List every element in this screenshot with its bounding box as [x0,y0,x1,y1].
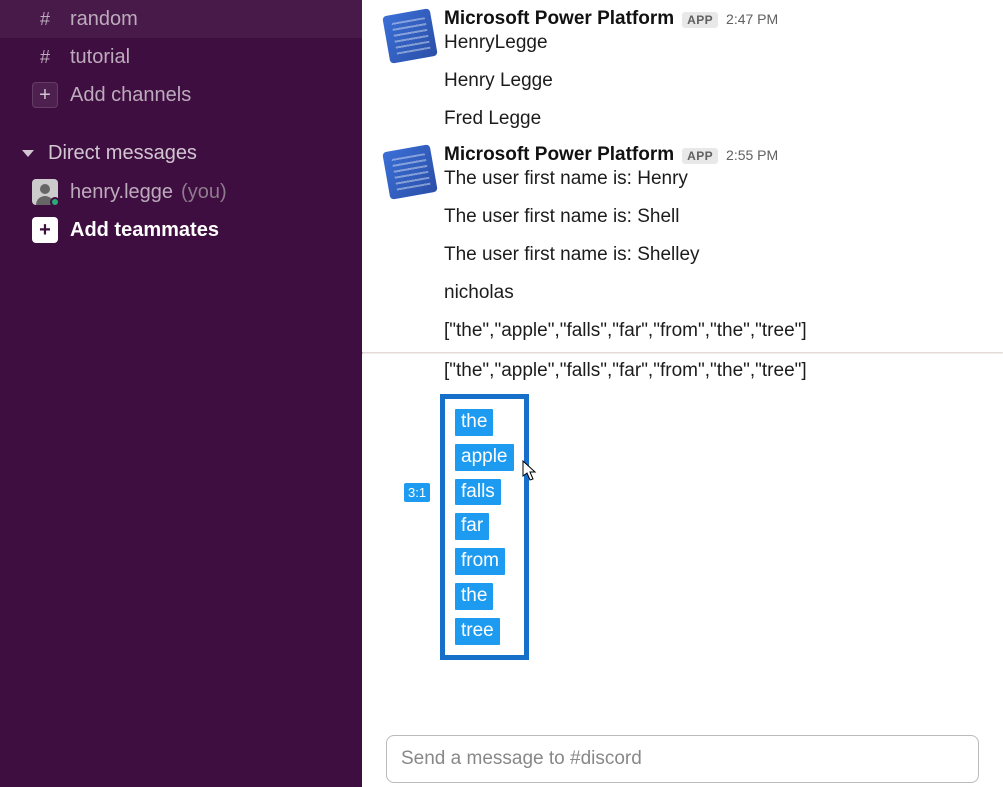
message-sender[interactable]: Microsoft Power Platform [444,8,674,30]
add-channels-label: Add channels [70,84,191,107]
message-group: Microsoft Power Platform APP 2:47 PM Hen… [362,4,1003,140]
chat-main: Microsoft Power Platform APP 2:47 PM Hen… [362,0,1003,787]
message-group: Microsoft Power Platform APP 2:55 PM The… [362,140,1003,352]
selected-word: apple [455,444,514,471]
add-teammates-button[interactable]: Add teammates [0,211,362,249]
dm-user-self[interactable]: henry.legge (you) [0,173,362,211]
message-sender[interactable]: Microsoft Power Platform [444,144,674,166]
user-avatar-icon [32,179,58,205]
dm-section-header[interactable]: Direct messages [0,134,362,173]
presence-active-icon [50,197,60,207]
message-body: Microsoft Power Platform APP 2:55 PM The… [444,144,979,350]
selected-word: the [455,409,493,436]
channel-tutorial[interactable]: tutorial [0,38,362,76]
selected-words-list: the apple falls far from the tree [455,405,514,649]
composer-placeholder: Send a message to #discord [401,748,642,769]
message-line: ["the","apple","falls","far","from","the… [444,312,979,350]
message-line: nicholas [444,274,979,312]
caret-down-icon [22,150,34,157]
sidebar: random tutorial Add channels Direct mess… [0,0,362,787]
channel-label: tutorial [70,46,130,69]
message-header: Microsoft Power Platform APP 2:47 PM [444,8,979,30]
message-time: 2:55 PM [726,147,778,163]
channel-random[interactable]: random [0,0,362,38]
message-line: The user first name is: Shell [444,198,979,236]
message-time: 2:47 PM [726,11,778,27]
hash-icon [32,6,58,32]
message-line: The user first name is: Henry [444,168,979,198]
plus-icon [32,82,58,108]
message-line: Fred Legge [444,100,979,138]
selected-word: the [455,583,493,610]
messages-list: Microsoft Power Platform APP 2:47 PM Hen… [362,0,1003,735]
dm-header-label: Direct messages [48,142,197,165]
message-group: ["the","apple","falls","far","from","the… [362,354,1003,390]
message-line: The user first name is: Shelley [444,236,979,274]
message-body: Microsoft Power Platform APP 2:47 PM Hen… [444,8,979,138]
message-header: Microsoft Power Platform APP 2:55 PM [444,144,979,166]
composer-wrap: Send a message to #discord [362,735,1003,787]
selected-word: far [455,513,489,540]
app-badge: APP [682,12,718,28]
message-input[interactable]: Send a message to #discord [386,735,979,783]
app-avatar-icon[interactable] [382,8,438,64]
app-badge: APP [682,148,718,164]
dm-user-name: henry.legge [70,181,173,204]
selected-word: tree [455,618,500,645]
message-line: HenryLegge [444,32,979,62]
message-line: ["the","apple","falls","far","from","the… [444,356,979,390]
you-suffix: (you) [181,181,227,204]
hash-icon [32,44,58,70]
selected-word: from [455,548,505,575]
mouse-cursor-icon [522,460,538,482]
app-avatar-icon[interactable] [382,144,438,200]
add-channels-button[interactable]: Add channels [0,76,362,114]
message-group: the apple falls far from the tree [362,390,1003,662]
hover-timestamp: 3:1 [404,483,430,502]
channel-label: random [70,8,138,31]
add-teammates-label: Add teammates [70,219,219,242]
selection-outline: the apple falls far from the tree [440,394,529,660]
selected-word: falls [455,479,501,506]
message-line: Henry Legge [444,62,979,100]
plus-icon [32,217,58,243]
